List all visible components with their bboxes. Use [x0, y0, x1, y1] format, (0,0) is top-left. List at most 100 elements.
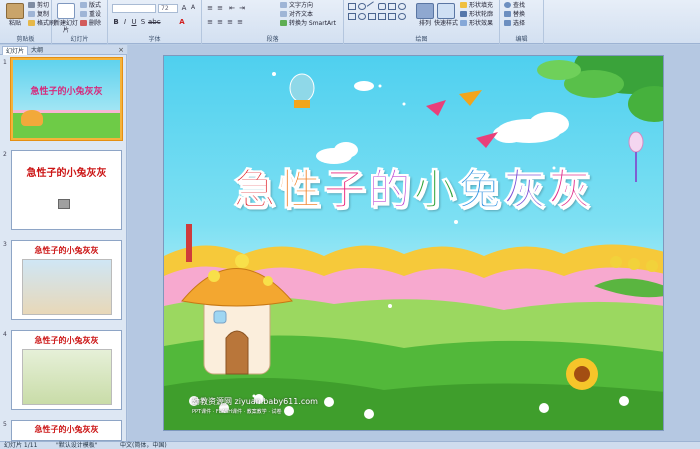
slide-thumbnail-2[interactable]: 急性子的小兔灰灰	[11, 150, 122, 230]
drawing-group: 排列 快速样式 形状填充 形状轮廓 形状效果 绘图	[344, 0, 500, 44]
delete-button[interactable]: 删除	[80, 20, 101, 28]
shape-fill-button[interactable]: 形状填充	[460, 2, 493, 10]
thumb-number: 3	[3, 241, 7, 248]
language-indicator: 中文(简体，中国)	[120, 442, 167, 449]
bold-button[interactable]: B	[112, 18, 120, 26]
scissors-icon	[28, 2, 35, 8]
textbox-shape-icon[interactable]	[348, 13, 356, 20]
reset-button[interactable]: 重设	[80, 11, 101, 19]
select-button[interactable]: 选择	[504, 20, 525, 28]
bracket-shape-icon[interactable]	[378, 13, 386, 20]
layout-button[interactable]: 版式	[80, 2, 101, 10]
cut-button[interactable]: 剪切	[28, 2, 49, 10]
shape-effects-button[interactable]: 形状效果	[460, 20, 493, 28]
drawing-label: 绘图	[415, 36, 428, 43]
slide-thumbnail-3[interactable]: 急性子的小兔灰灰	[11, 240, 122, 320]
font-size-box[interactable]: 72	[158, 4, 178, 13]
paragraph-label: 段落	[266, 36, 279, 43]
slide-thumbnail-1[interactable]: 急性子的小兔灰灰	[11, 58, 122, 140]
mushroom-house-image	[21, 110, 43, 126]
circle-shape-icon[interactable]	[398, 3, 406, 10]
replace-button[interactable]: 替换	[504, 11, 525, 19]
rectangle-shape-icon[interactable]	[348, 3, 356, 10]
balloon-image	[289, 73, 315, 108]
thumb-number: 1	[3, 59, 7, 66]
powerpoint-window: 粘贴 剪切 复制 格式刷 剪贴板 新建幻灯片 版式 重设 删除 幻灯片 72 A…	[0, 0, 700, 449]
slide-title[interactable]: 急性子的小兔灰灰	[164, 156, 663, 217]
fill-icon	[460, 2, 467, 8]
slide-editing-area: 急性子的小兔灰灰 幼教资源网 ziyuan.baby611.com PPT课件 …	[128, 45, 700, 441]
tab-slides[interactable]: 幻灯片	[2, 46, 29, 55]
paste-icon	[6, 3, 24, 19]
shape-outline-button[interactable]: 形状轮廓	[460, 11, 493, 19]
find-button[interactable]: 查找	[504, 2, 525, 10]
rounded-rect-shape-icon[interactable]	[378, 3, 386, 10]
quick-styles-button[interactable]: 快速样式	[430, 3, 462, 27]
current-slide[interactable]: 急性子的小兔灰灰 幼教资源网 ziyuan.baby611.com PPT课件 …	[163, 55, 664, 431]
quick-styles-icon	[437, 3, 455, 19]
font-name-box[interactable]	[112, 4, 156, 13]
close-icon[interactable]: ×	[118, 46, 124, 54]
numbering-button[interactable]: ≡	[216, 4, 224, 12]
underline-button[interactable]: U	[130, 18, 138, 26]
theme-name: "默认设计模板"	[56, 442, 98, 449]
editing-group: 查找 替换 选择 编辑	[500, 0, 544, 44]
shadow-button[interactable]: S	[139, 18, 147, 26]
decrease-indent-button[interactable]: ⇤	[228, 4, 236, 12]
slide-title-char: 的	[368, 165, 414, 215]
watermark-text: 幼教资源网 ziyuan.baby611.com	[192, 397, 318, 406]
clipboard-label: 剪贴板	[16, 36, 35, 43]
sunflower-image	[566, 358, 598, 390]
shrink-font-button[interactable]: A	[189, 4, 197, 12]
font-label: 字体	[148, 36, 161, 43]
line-shape-icon[interactable]	[366, 1, 378, 12]
bullets-button[interactable]: ≡	[206, 4, 214, 12]
align-right-button[interactable]: ≡	[226, 18, 234, 26]
italic-button[interactable]: I	[121, 18, 129, 26]
text-direction-button[interactable]: 文字方向	[280, 2, 313, 10]
outline-icon	[460, 11, 467, 17]
thumb-title: 急性子的小兔灰灰	[30, 87, 103, 97]
tree-leaves-image	[537, 56, 663, 122]
align-left-button[interactable]: ≡	[206, 18, 214, 26]
format-painter-button[interactable]: 格式刷	[28, 20, 55, 28]
ellipse-shape-icon[interactable]	[358, 13, 366, 20]
watermark-subtext: PPT课件 · FLASH课件 · 教案教学 · 试卷	[192, 409, 282, 415]
oval-shape-icon[interactable]	[358, 3, 366, 10]
thumb-title: 急性子的小兔灰灰	[26, 168, 107, 179]
thumb-title: 急性子的小兔灰灰	[34, 424, 99, 434]
delete-icon	[80, 20, 87, 26]
new-slide-button[interactable]: 新建幻灯片	[54, 3, 78, 34]
align-text-button[interactable]: 对齐文本	[280, 11, 313, 19]
status-bar: 幻灯片 1/11 "默认设计模板" 中文(简体，中国)	[0, 441, 700, 449]
font-color-button[interactable]: A	[178, 18, 186, 26]
slide-thumbnail-5[interactable]: 急性子的小兔灰灰	[11, 420, 122, 441]
brush-icon	[28, 20, 35, 26]
editing-label: 编辑	[515, 36, 528, 43]
paste-button[interactable]: 粘贴	[2, 3, 28, 27]
strikethrough-button[interactable]: abc	[148, 18, 161, 26]
thumb-number: 2	[3, 151, 7, 158]
effects-icon	[460, 20, 467, 26]
slide-thumbnail-4[interactable]: 急性子的小兔灰灰	[11, 330, 122, 410]
smartart-button[interactable]: 转换为 SmartArt	[280, 20, 336, 28]
replace-icon	[504, 11, 511, 17]
triangle-shape-icon[interactable]	[368, 13, 376, 20]
increase-indent-button[interactable]: ⇥	[238, 4, 246, 12]
smiley-shape-icon[interactable]	[398, 13, 406, 20]
arrow-shape-icon[interactable]	[388, 3, 396, 10]
thumb-number: 4	[3, 331, 7, 338]
justify-button[interactable]: ≡	[236, 18, 244, 26]
align-center-button[interactable]: ≡	[216, 18, 224, 26]
tab-outline[interactable]: 大纲	[28, 46, 46, 55]
slides-label: 幻灯片	[70, 36, 89, 43]
chick-image	[646, 260, 658, 272]
star-shape-icon[interactable]	[388, 13, 396, 20]
chick-image	[610, 256, 622, 268]
thumb-title: 急性子的小兔灰灰	[34, 335, 99, 345]
new-slide-icon	[57, 3, 75, 19]
paper-plane-icon	[426, 100, 446, 116]
grow-font-button[interactable]: A	[180, 4, 188, 12]
story-illustration-image	[22, 259, 112, 315]
copy-button[interactable]: 复制	[28, 11, 49, 19]
